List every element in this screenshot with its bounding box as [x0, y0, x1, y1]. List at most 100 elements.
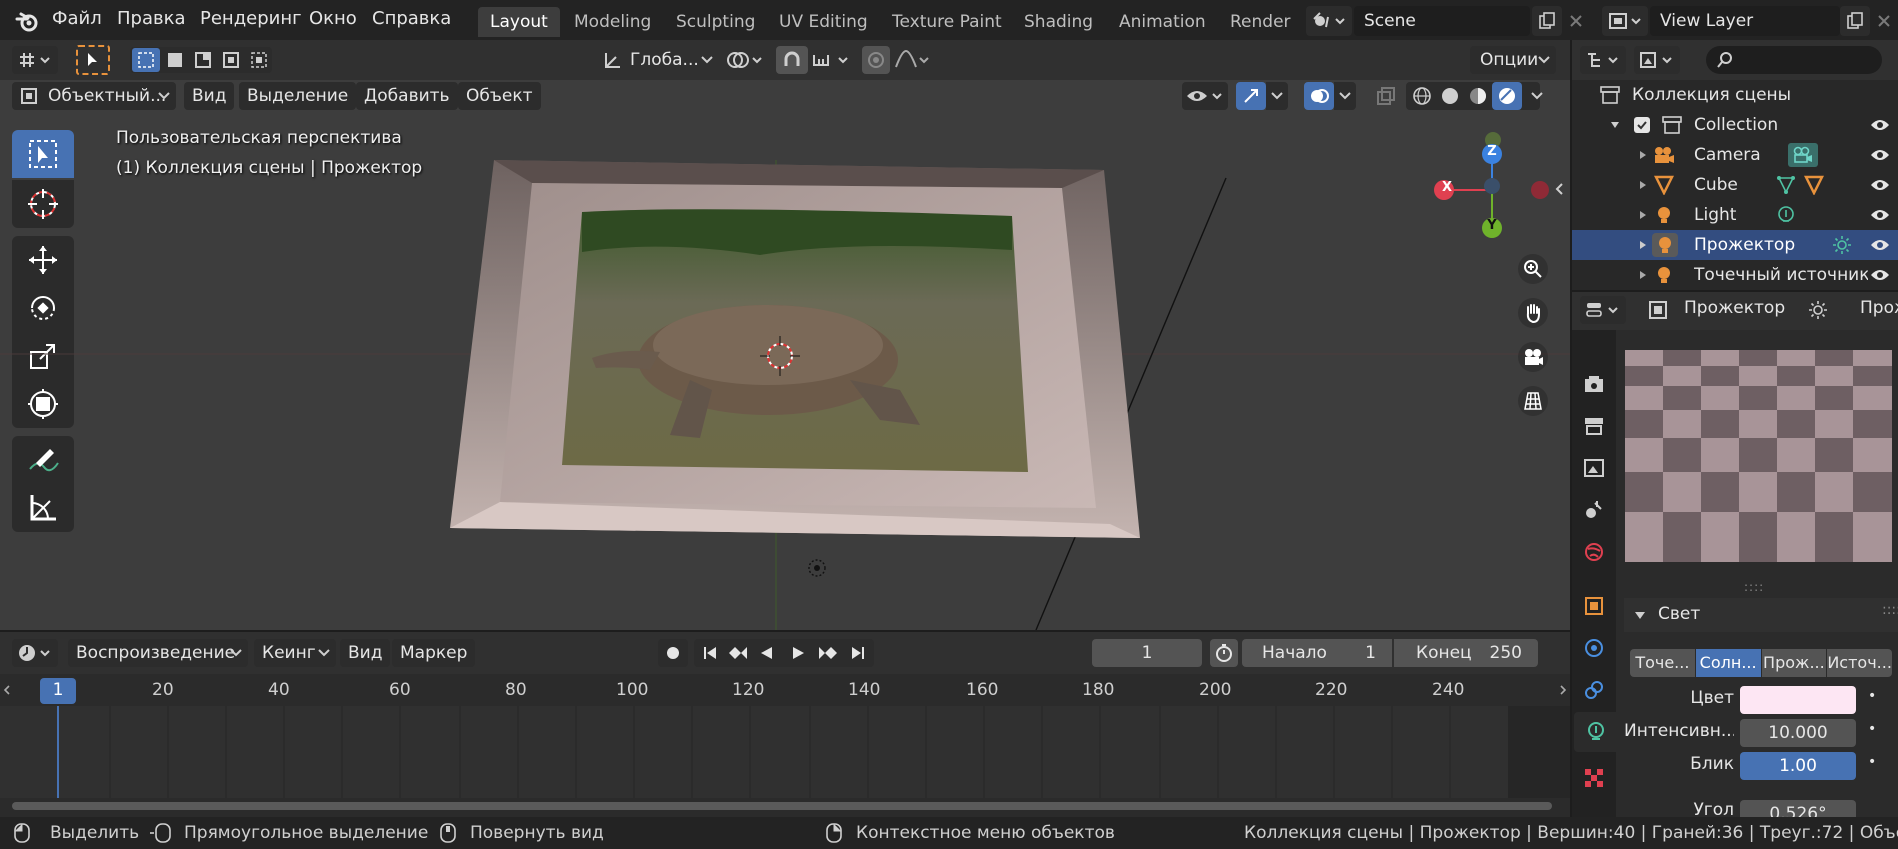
tab-rendering[interactable]: Renderi [1218, 7, 1292, 37]
properties-editor-type-icon[interactable] [1580, 296, 1626, 324]
menu-edit[interactable]: Правка [117, 8, 186, 29]
tree-row-light[interactable]: Light [1572, 200, 1898, 230]
properties-editor[interactable]: Прожектор Прож :::: [1572, 292, 1898, 817]
tab-render-icon[interactable] [1574, 364, 1614, 404]
camera-data-icon[interactable] [1788, 143, 1818, 167]
3d-viewport[interactable]: Глоба... Опции Объектный... Вид Выделени… [0, 40, 1570, 630]
keyframe-dot-icon[interactable]: • [1868, 754, 1876, 770]
tab-constraints-icon[interactable] [1574, 670, 1614, 710]
blender-logo-icon[interactable] [14, 8, 40, 34]
play-icon[interactable] [784, 639, 812, 667]
stopwatch-icon[interactable] [1210, 639, 1238, 667]
intensity-field[interactable]: 10.000 [1740, 719, 1856, 747]
color-swatch[interactable] [1740, 686, 1856, 714]
tab-sculpting[interactable]: Sculpting [664, 7, 767, 37]
light-type-sun[interactable]: Солн... [1695, 649, 1761, 677]
timeline-menu-marker[interactable]: Маркер [392, 639, 476, 667]
light-type-spot[interactable]: Прож... [1761, 649, 1827, 677]
view-layer-browse-button[interactable] [1602, 6, 1648, 36]
ruler-left-arrow-icon[interactable] [0, 680, 14, 700]
tree-row-collection[interactable]: Collection [1572, 110, 1898, 140]
sun-data-icon[interactable] [1832, 235, 1852, 255]
light-data-icon[interactable] [1776, 205, 1796, 225]
resize-grip-icon[interactable]: :::: [1744, 580, 1764, 594]
timeline-editor[interactable]: Воспроизведение Кеинг Вид Маркер 1 Начал… [0, 632, 1570, 817]
pan-hand-icon[interactable] [1518, 298, 1548, 328]
play-reverse-icon[interactable] [752, 639, 780, 667]
expand-arrow-icon[interactable] [1638, 210, 1648, 220]
tab-shading[interactable]: Shading [1012, 7, 1105, 37]
scene-name-field[interactable]: Scene [1354, 6, 1530, 36]
delete-view-layer-icon[interactable] [1870, 6, 1898, 36]
record-icon[interactable] [658, 639, 688, 667]
tab-light-data-icon[interactable] [1574, 712, 1618, 752]
next-keyframe-icon[interactable] [814, 639, 842, 667]
outliner-search-input[interactable] [1706, 46, 1882, 74]
current-frame-field[interactable]: 1 [1092, 639, 1202, 667]
new-view-layer-icon[interactable] [1840, 6, 1870, 36]
expand-arrow-icon[interactable] [1638, 270, 1648, 280]
keyframe-dot-icon[interactable]: • [1868, 688, 1876, 704]
playback-dropdown[interactable]: Воспроизведение [68, 639, 248, 667]
expand-arrow-icon[interactable] [1638, 150, 1648, 160]
eye-icon[interactable] [1870, 117, 1890, 133]
panel-drag-icon[interactable]: :::: [1882, 602, 1898, 618]
display-mode-icon[interactable] [1634, 46, 1680, 74]
keyframe-dot-icon[interactable]: • [1868, 721, 1876, 737]
tab-layout[interactable]: Layout [478, 7, 560, 37]
timeline-editor-type-icon[interactable] [12, 639, 58, 667]
sidebar-toggle-icon[interactable] [1552, 180, 1566, 198]
tab-view-layer-icon[interactable] [1574, 448, 1614, 488]
angle-field[interactable]: 0.526° [1740, 800, 1856, 817]
eye-icon[interactable] [1870, 237, 1890, 253]
timeline-menu-view[interactable]: Вид [340, 639, 391, 667]
ruler-right-arrow-icon[interactable] [1556, 680, 1570, 700]
eye-icon[interactable] [1870, 147, 1890, 163]
collection-checkbox[interactable] [1634, 117, 1650, 133]
jump-end-icon[interactable] [844, 639, 872, 667]
tab-world-icon[interactable] [1574, 532, 1614, 572]
menu-help[interactable]: Справка [372, 8, 451, 29]
new-scene-icon[interactable] [1532, 6, 1562, 36]
tree-row-scene-collection[interactable]: Коллекция сцены [1572, 80, 1898, 110]
start-frame-field[interactable]: Начало 1 [1242, 639, 1392, 667]
light-type-area[interactable]: Источ... [1827, 649, 1892, 677]
perspective-toggle-icon[interactable] [1518, 386, 1548, 416]
mesh-data-icon[interactable] [1776, 175, 1796, 195]
tab-texture-icon[interactable] [1574, 758, 1614, 798]
tab-object-icon[interactable] [1574, 586, 1614, 626]
zoom-icon[interactable] [1518, 254, 1548, 284]
light-panel-header[interactable]: Свет :::: [1624, 598, 1898, 632]
material-icon[interactable] [1804, 175, 1824, 195]
tab-uv-editing[interactable]: UV Editing [767, 7, 880, 37]
tree-row-spotlight[interactable]: Прожектор [1572, 230, 1898, 260]
scene-browse-button[interactable] [1306, 6, 1352, 36]
tab-physics-icon[interactable] [1574, 628, 1614, 668]
view-layer-name-field[interactable]: View Layer [1650, 6, 1840, 36]
expand-arrow-icon[interactable] [1610, 120, 1620, 130]
menu-window[interactable]: Окно [309, 8, 357, 29]
tab-modeling[interactable]: Modeling [562, 7, 663, 37]
timeline-scrollbar[interactable] [12, 802, 1552, 810]
specular-slider[interactable]: 1.00 [1740, 752, 1856, 780]
end-frame-field[interactable]: Конец 250 [1394, 639, 1538, 667]
tree-row-point-light[interactable]: Точечный источник [1572, 260, 1898, 290]
tab-texture-paint[interactable]: Texture Paint [880, 7, 1014, 37]
keying-dropdown[interactable]: Кеинг [254, 639, 336, 667]
tree-row-camera[interactable]: Camera [1572, 140, 1898, 170]
jump-start-icon[interactable] [696, 639, 724, 667]
eye-icon[interactable] [1870, 207, 1890, 223]
tree-row-cube[interactable]: Cube [1572, 170, 1898, 200]
outliner[interactable]: Коллекция сцены Collection Camera Cube L… [1572, 40, 1898, 290]
delete-scene-icon[interactable] [1562, 6, 1590, 36]
tab-animation[interactable]: Animation [1107, 7, 1218, 37]
outliner-editor-type-icon[interactable] [1580, 46, 1626, 74]
expand-arrow-icon[interactable] [1638, 180, 1648, 190]
camera-view-icon[interactable] [1518, 342, 1548, 372]
eye-icon[interactable] [1870, 177, 1890, 193]
menu-file[interactable]: Файл [52, 8, 102, 29]
tab-scene-icon[interactable] [1574, 490, 1614, 530]
eye-icon[interactable] [1870, 267, 1890, 283]
light-type-point[interactable]: Точе... [1630, 649, 1695, 677]
menu-render[interactable]: Рендеринг [200, 8, 302, 29]
